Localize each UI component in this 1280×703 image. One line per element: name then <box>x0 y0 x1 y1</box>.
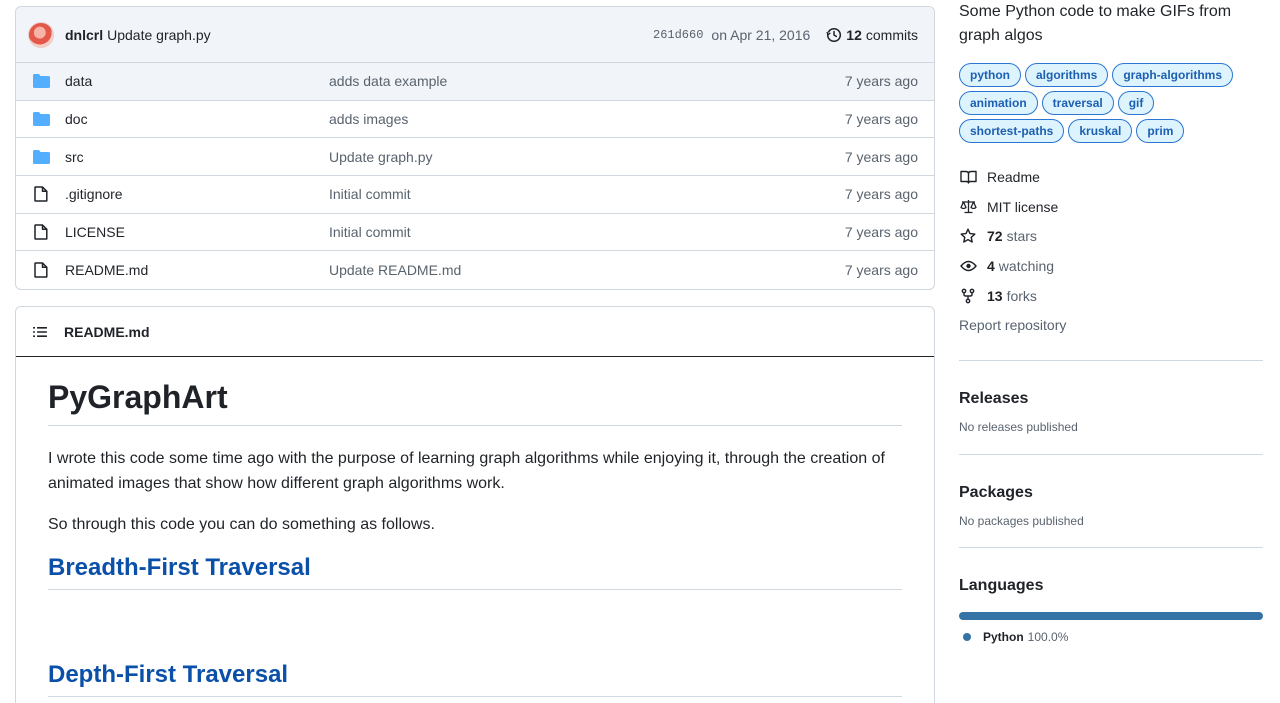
topic-list: python algorithms graph-algorithms anima… <box>959 63 1244 143</box>
readme-paragraph: So through this code you can do somethin… <box>48 516 435 533</box>
folder-icon <box>32 149 50 165</box>
topic-tag[interactable]: kruskal <box>1068 119 1133 143</box>
file-commit-message[interactable]: Initial commit <box>329 186 845 202</box>
watching-count: 4 <box>987 258 995 275</box>
packages-subtitle: No packages published <box>959 513 1084 528</box>
packages-section: Packages No packages published <box>959 484 1264 528</box>
stars-count: 72 <box>987 228 1003 245</box>
file-name[interactable]: README.md <box>65 262 329 278</box>
forks-label: forks <box>1006 288 1037 305</box>
readme-label: Readme <box>987 168 1040 185</box>
readme-title: PyGraphArt <box>48 377 902 426</box>
language-color-dot <box>963 632 971 641</box>
folder-icon <box>32 111 50 127</box>
history-icon <box>826 27 842 42</box>
watching-label: watching <box>998 258 1055 275</box>
report-repository-link[interactable]: Report repository <box>959 311 1264 340</box>
file-name[interactable]: data <box>65 73 329 89</box>
file-commit-message[interactable]: Initial commit <box>329 224 845 240</box>
topic-tag[interactable]: gif <box>1117 91 1155 115</box>
readme-heading-bfs[interactable]: Breadth-First Traversal <box>48 553 902 590</box>
file-commit-message[interactable]: Update graph.py <box>329 149 845 165</box>
file-name[interactable]: src <box>65 149 329 165</box>
file-age: 7 years ago <box>844 111 918 128</box>
license-link[interactable]: MIT license <box>959 192 1264 222</box>
file-name[interactable]: doc <box>65 111 329 127</box>
readme-header: README.md <box>16 307 934 357</box>
file-age: 7 years ago <box>844 224 918 241</box>
commit-sha[interactable]: 261d660 <box>653 28 703 42</box>
file-row[interactable]: README.md Update README.md 7 years ago <box>16 251 934 289</box>
file-commit-message[interactable]: adds data example <box>329 73 845 89</box>
latest-commit-bar: dnlcrl Update graph.py 261d660 on Apr 21… <box>16 7 934 63</box>
commits-label: commits <box>865 26 918 43</box>
repo-description: Some Python code to make GIFs from graph… <box>959 3 1232 44</box>
file-browser: dnlcrl Update graph.py 261d660 on Apr 21… <box>15 6 935 290</box>
readme-link[interactable]: Readme <box>959 162 1264 192</box>
stars-link[interactable]: 72 stars <box>959 222 1264 252</box>
topic-tag[interactable]: traversal <box>1041 91 1114 115</box>
packages-title[interactable]: Packages <box>959 484 1264 502</box>
file-row[interactable]: .gitignore Initial commit 7 years ago <box>16 176 934 214</box>
releases-section: Releases No releases published <box>959 390 1264 434</box>
forks-count: 13 <box>987 288 1003 305</box>
fork-icon <box>959 288 977 304</box>
language-name: Python <box>983 629 1024 644</box>
language-item[interactable]: Python 100.0% <box>959 630 1264 644</box>
commits-count: 12 <box>846 26 862 43</box>
watchers-link[interactable]: 4 watching <box>959 251 1264 281</box>
readme-panel: README.md PyGraphArt I wrote this code s… <box>15 306 935 703</box>
folder-icon <box>32 73 50 89</box>
file-row[interactable]: doc adds images 7 years ago <box>16 101 934 139</box>
book-icon <box>959 170 977 184</box>
readme-content: PyGraphArt I wrote this code some time a… <box>16 357 934 697</box>
repo-meta: Readme MIT license 72 stars 4 watching 1… <box>959 162 1264 340</box>
readme-paragraph: I wrote this code some time ago with the… <box>48 450 885 492</box>
releases-subtitle: No releases published <box>959 419 1078 434</box>
languages-title: Languages <box>959 576 1044 594</box>
sidebar-divider <box>959 453 1263 455</box>
stars-label: stars <box>1006 228 1037 245</box>
about-sidebar: Some Python code to make GIFs from graph… <box>959 0 1264 644</box>
file-commit-message[interactable]: adds images <box>329 111 845 127</box>
file-icon <box>32 262 50 279</box>
sidebar-divider <box>959 359 1263 361</box>
star-icon <box>959 228 977 244</box>
commit-message[interactable]: Update graph.py <box>107 27 211 43</box>
license-label: MIT license <box>987 198 1059 215</box>
topic-tag[interactable]: prim <box>1136 119 1185 143</box>
file-age: 7 years ago <box>844 186 918 203</box>
list-outline-icon[interactable] <box>32 324 48 340</box>
file-row[interactable]: data adds data example 7 years ago <box>16 63 934 101</box>
language-bar <box>959 611 1263 620</box>
file-age: 7 years ago <box>844 262 918 279</box>
file-icon <box>32 186 50 203</box>
topic-tag[interactable]: algorithms <box>1025 63 1109 87</box>
topic-tag[interactable]: graph-algorithms <box>1112 63 1234 87</box>
languages-section: Languages Python 100.0% <box>959 577 1264 644</box>
eye-icon <box>959 260 977 272</box>
commit-date: on Apr 21, 2016 <box>711 26 811 43</box>
file-age: 7 years ago <box>844 73 918 90</box>
file-row[interactable]: LICENSE Initial commit 7 years ago <box>16 214 934 252</box>
law-scale-icon <box>959 199 977 214</box>
readme-heading-dfs[interactable]: Depth-First Traversal <box>48 660 902 697</box>
topic-tag[interactable]: animation <box>959 91 1038 115</box>
sidebar-divider <box>959 546 1263 548</box>
commits-history-link[interactable]: 12 commits <box>826 27 918 43</box>
file-age: 7 years ago <box>844 148 918 165</box>
language-percent: 100.0% <box>1027 629 1069 644</box>
readme-filename[interactable]: README.md <box>64 324 150 340</box>
author-avatar[interactable] <box>28 21 54 48</box>
forks-link[interactable]: 13 forks <box>959 281 1264 311</box>
topic-tag[interactable]: shortest-paths <box>959 119 1065 143</box>
file-row[interactable]: src Update graph.py 7 years ago <box>16 138 934 177</box>
file-commit-message[interactable]: Update README.md <box>329 262 845 278</box>
topic-tag[interactable]: python <box>959 63 1021 87</box>
file-name[interactable]: LICENSE <box>65 224 329 240</box>
releases-title[interactable]: Releases <box>959 390 1264 408</box>
file-icon <box>32 224 50 240</box>
commit-author[interactable]: dnlcrl <box>65 27 103 43</box>
file-name[interactable]: .gitignore <box>65 186 329 202</box>
